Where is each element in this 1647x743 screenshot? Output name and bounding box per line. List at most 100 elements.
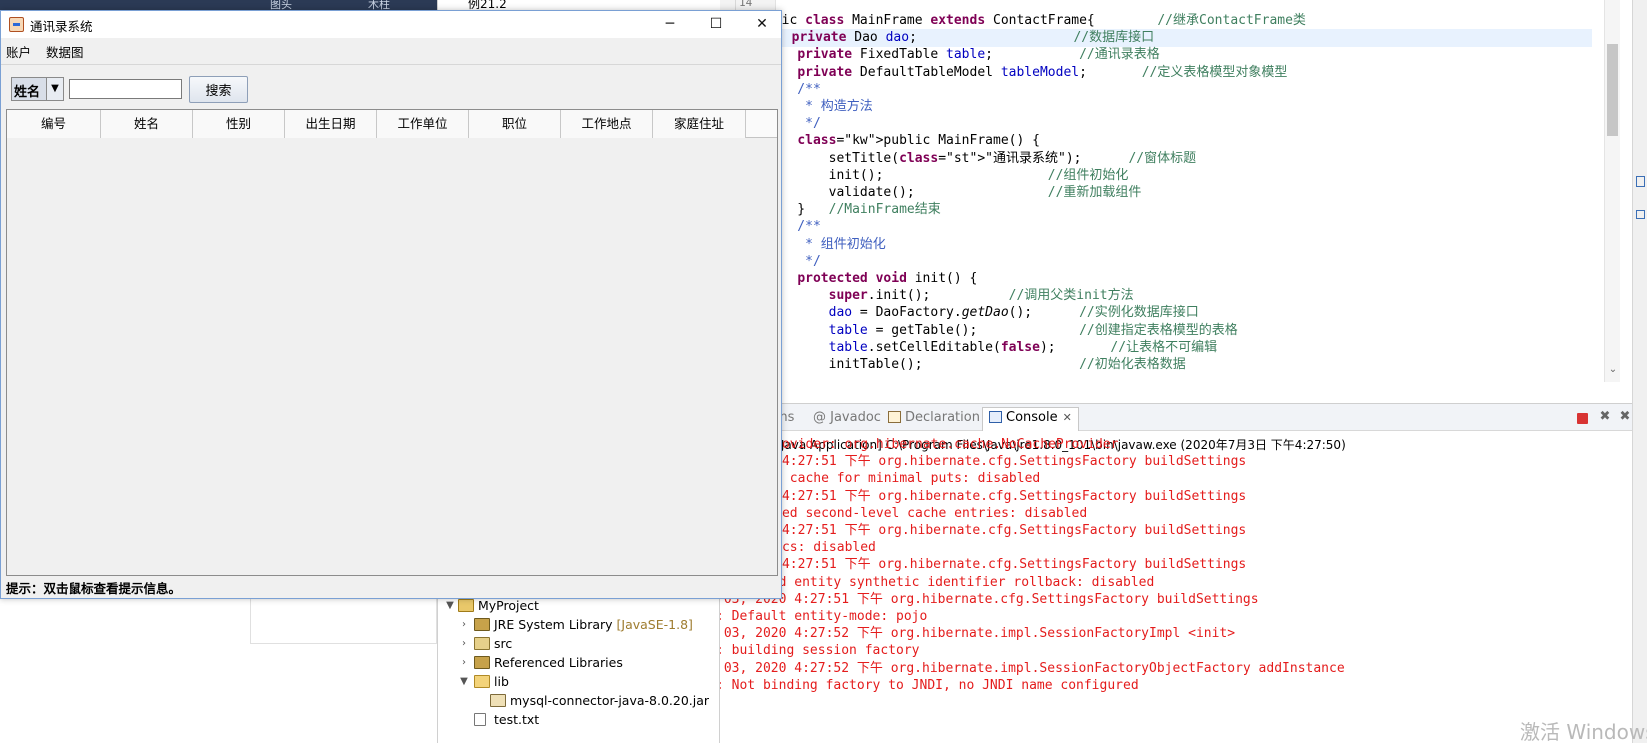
minimize-button[interactable]: ─ bbox=[647, 11, 693, 38]
chevron-right-icon[interactable]: › bbox=[458, 634, 470, 653]
maximize-button[interactable]: ☐ bbox=[693, 11, 739, 38]
tab-console[interactable]: Console ✕ bbox=[982, 407, 1079, 431]
menu-data-chart[interactable]: 数据图 bbox=[46, 42, 84, 61]
column-header[interactable]: 姓名 bbox=[101, 110, 193, 138]
code-editor[interactable]: 14 blic class MainFrame extends ContactF… bbox=[735, 0, 1632, 382]
console-line: 信息: Not binding factory to JNDI, no JNDI… bbox=[690, 677, 1139, 693]
code-line: class="kw">public MainFrame() { bbox=[797, 133, 1040, 149]
contacts-table[interactable]: 编号 姓名 性别 出生日期 工作单位 职位 工作地点 家庭住址 bbox=[6, 109, 778, 576]
chevron-right-icon[interactable]: › bbox=[458, 615, 470, 634]
contacts-window: 通讯录系统 ─ ☐ ✕ 账户 数据图 姓名 ▼ 搜索 编号 姓名 性别 出生日期 工作单… bbox=[0, 10, 782, 599]
column-header[interactable]: 职位 bbox=[469, 110, 561, 138]
code-line: super.init(); //调用父类init方法 bbox=[828, 288, 1134, 304]
tree-label-jre: JRE System Library bbox=[494, 617, 613, 632]
tree-label: Referenced Libraries bbox=[494, 655, 623, 670]
tree-item-src[interactable]: › src bbox=[438, 634, 720, 653]
console-line: 2020 4:27:51 下午 org.hibernate.cfg.Settin… bbox=[735, 488, 1247, 504]
tree-item-txt[interactable]: test.txt bbox=[438, 710, 720, 729]
code-line: private Dao dao; //数据库接口 bbox=[776, 29, 1592, 48]
explorer-top-strip: 例21.2 bbox=[437, 0, 720, 11]
outline-icon[interactable] bbox=[1636, 176, 1645, 187]
close-button[interactable]: ✕ bbox=[739, 11, 785, 38]
package-explorer: ▼ MyProject › JRE System Library [JavaSE… bbox=[437, 596, 720, 743]
menu-account[interactable]: 账户 bbox=[6, 42, 31, 61]
ide-right-strip bbox=[1632, 0, 1647, 743]
console-tab-bar: ms @ Javadoc Declaration Console ✕ ✖ ✖ bbox=[720, 404, 1632, 431]
column-header[interactable]: 编号 bbox=[7, 110, 101, 138]
code-line: init(); //组件初始化 bbox=[766, 167, 1129, 183]
column-header[interactable]: 家庭住址 bbox=[653, 110, 746, 138]
tree-item-referenced-libraries[interactable]: › Referenced Libraries bbox=[438, 653, 720, 672]
console-line: che provider: org.hibernate.cache.NoCach… bbox=[735, 437, 1119, 452]
code-line: blic class MainFrame extends ContactFram… bbox=[766, 13, 1306, 28]
search-input[interactable] bbox=[69, 79, 182, 99]
tab-declaration[interactable]: Declaration bbox=[888, 408, 980, 428]
console-line: 2020 4:27:51 下午 org.hibernate.cfg.Settin… bbox=[735, 557, 1247, 573]
tree-label: test.txt bbox=[494, 712, 540, 727]
tree-label: mysql-connector-java-8.0.20.jar bbox=[510, 693, 710, 708]
terminate-icon[interactable] bbox=[1577, 413, 1588, 424]
tree-item-lib[interactable]: ▼ lib bbox=[438, 672, 720, 691]
task-list-icon[interactable] bbox=[1636, 210, 1645, 219]
code-line: * 组件初始化 bbox=[766, 236, 886, 252]
chevron-down-icon[interactable]: ▼ bbox=[458, 672, 470, 691]
menu-separator bbox=[1, 64, 781, 65]
code-line: setTitle(class="st">"通讯录系统"); //窗体标题 bbox=[766, 150, 1197, 166]
java-app-icon bbox=[9, 17, 24, 32]
code-line: private DefaultTableModel tableModel; //… bbox=[797, 64, 1288, 80]
column-header[interactable]: 工作地点 bbox=[561, 110, 653, 138]
title-bar[interactable]: 通讯录系统 ─ ☐ ✕ bbox=[1, 11, 781, 38]
column-header[interactable]: 性别 bbox=[193, 110, 285, 138]
close-tab-icon[interactable]: ✕ bbox=[1063, 411, 1072, 424]
code-line: dao = DaoFactory.getDao(); //实例化数据库接口 bbox=[828, 305, 1199, 321]
remove-launch-icon[interactable]: ✖ bbox=[1598, 410, 1612, 424]
console-line: ructured second-level cache entries: dis… bbox=[735, 505, 1088, 521]
search-toolbar: 姓名 ▼ 搜索 bbox=[1, 67, 781, 107]
tree-item-jar[interactable]: mysql-connector-java-8.0.20.jar bbox=[438, 691, 720, 710]
console-panel: ms @ Javadoc Declaration Console ✕ ✖ ✖ e … bbox=[690, 403, 1632, 743]
source-folder-icon bbox=[474, 637, 490, 650]
console-line: 信息: Default entity-mode: pojo bbox=[690, 609, 928, 624]
editor-scroll-thumb[interactable] bbox=[1607, 44, 1618, 136]
scroll-down-icon[interactable]: ⌄ bbox=[1607, 364, 1619, 376]
text-file-icon bbox=[474, 713, 486, 726]
code-line: table.setCellEditable(false); //让表格不可编辑 bbox=[828, 339, 1218, 355]
table-header: 编号 姓名 性别 出生日期 工作单位 职位 工作地点 家庭住址 bbox=[7, 110, 777, 138]
ide-top-strip: 图头 木柱 bbox=[0, 0, 437, 11]
console-line: 2020 4:27:51 下午 org.hibernate.cfg.Settin… bbox=[735, 454, 1247, 470]
code-line: validate(); //重新加载组件 bbox=[766, 185, 1142, 200]
line-number: 14 bbox=[739, 0, 753, 9]
search-field-selected: 姓名 bbox=[14, 85, 41, 100]
column-header[interactable]: 出生日期 bbox=[285, 110, 377, 138]
declaration-icon bbox=[888, 411, 901, 423]
search-field-select[interactable]: 姓名 ▼ bbox=[11, 77, 64, 101]
console-line: 七月 03, 2020 4:27:52 下午 org.hibernate.imp… bbox=[690, 626, 1236, 642]
console-line: 信息: building session factory bbox=[690, 643, 920, 659]
activation-watermark: 激活 Windows bbox=[1520, 720, 1647, 743]
tree-label: lib bbox=[494, 674, 509, 689]
chevron-right-icon[interactable]: › bbox=[458, 653, 470, 672]
code-line: initTable(); //初始化表格数据 bbox=[766, 357, 1186, 372]
console-line: 七月 03, 2020 4:27:52 下午 org.hibernate.imp… bbox=[690, 660, 1345, 676]
tree-item-jre[interactable]: › JRE System Library [JavaSE-1.8] bbox=[438, 615, 720, 634]
jar-file-icon bbox=[490, 694, 506, 707]
project-folder-icon bbox=[458, 599, 474, 612]
background-panel bbox=[250, 596, 437, 644]
code-line: * 构造方法 bbox=[766, 99, 873, 114]
status-hint: 提示：双击鼠标查看提示信息。 bbox=[6, 581, 182, 596]
library-icon bbox=[474, 656, 490, 669]
tab-console-label: Console bbox=[1006, 410, 1058, 425]
editor-vertical-scrollbar[interactable]: ⌄ bbox=[1604, 0, 1620, 382]
code-line: table = getTable(); //创建指定表格模型的表格 bbox=[828, 322, 1238, 338]
library-icon bbox=[474, 618, 490, 631]
tree-decoration: [JavaSE-1.8] bbox=[616, 617, 693, 632]
dropdown-arrow-icon[interactable]: ▼ bbox=[46, 78, 63, 100]
remove-all-icon[interactable]: ✖ bbox=[1618, 410, 1632, 424]
console-line: 2020 4:27:51 下午 org.hibernate.cfg.Settin… bbox=[735, 523, 1247, 538]
tree-label: JRE System Library [JavaSE-1.8] bbox=[494, 615, 693, 634]
console-icon bbox=[989, 411, 1002, 423]
tab-javadoc[interactable]: @ Javadoc bbox=[813, 408, 881, 428]
folder-icon bbox=[474, 675, 490, 688]
search-button[interactable]: 搜索 bbox=[189, 76, 248, 103]
column-header[interactable]: 工作单位 bbox=[377, 110, 469, 138]
